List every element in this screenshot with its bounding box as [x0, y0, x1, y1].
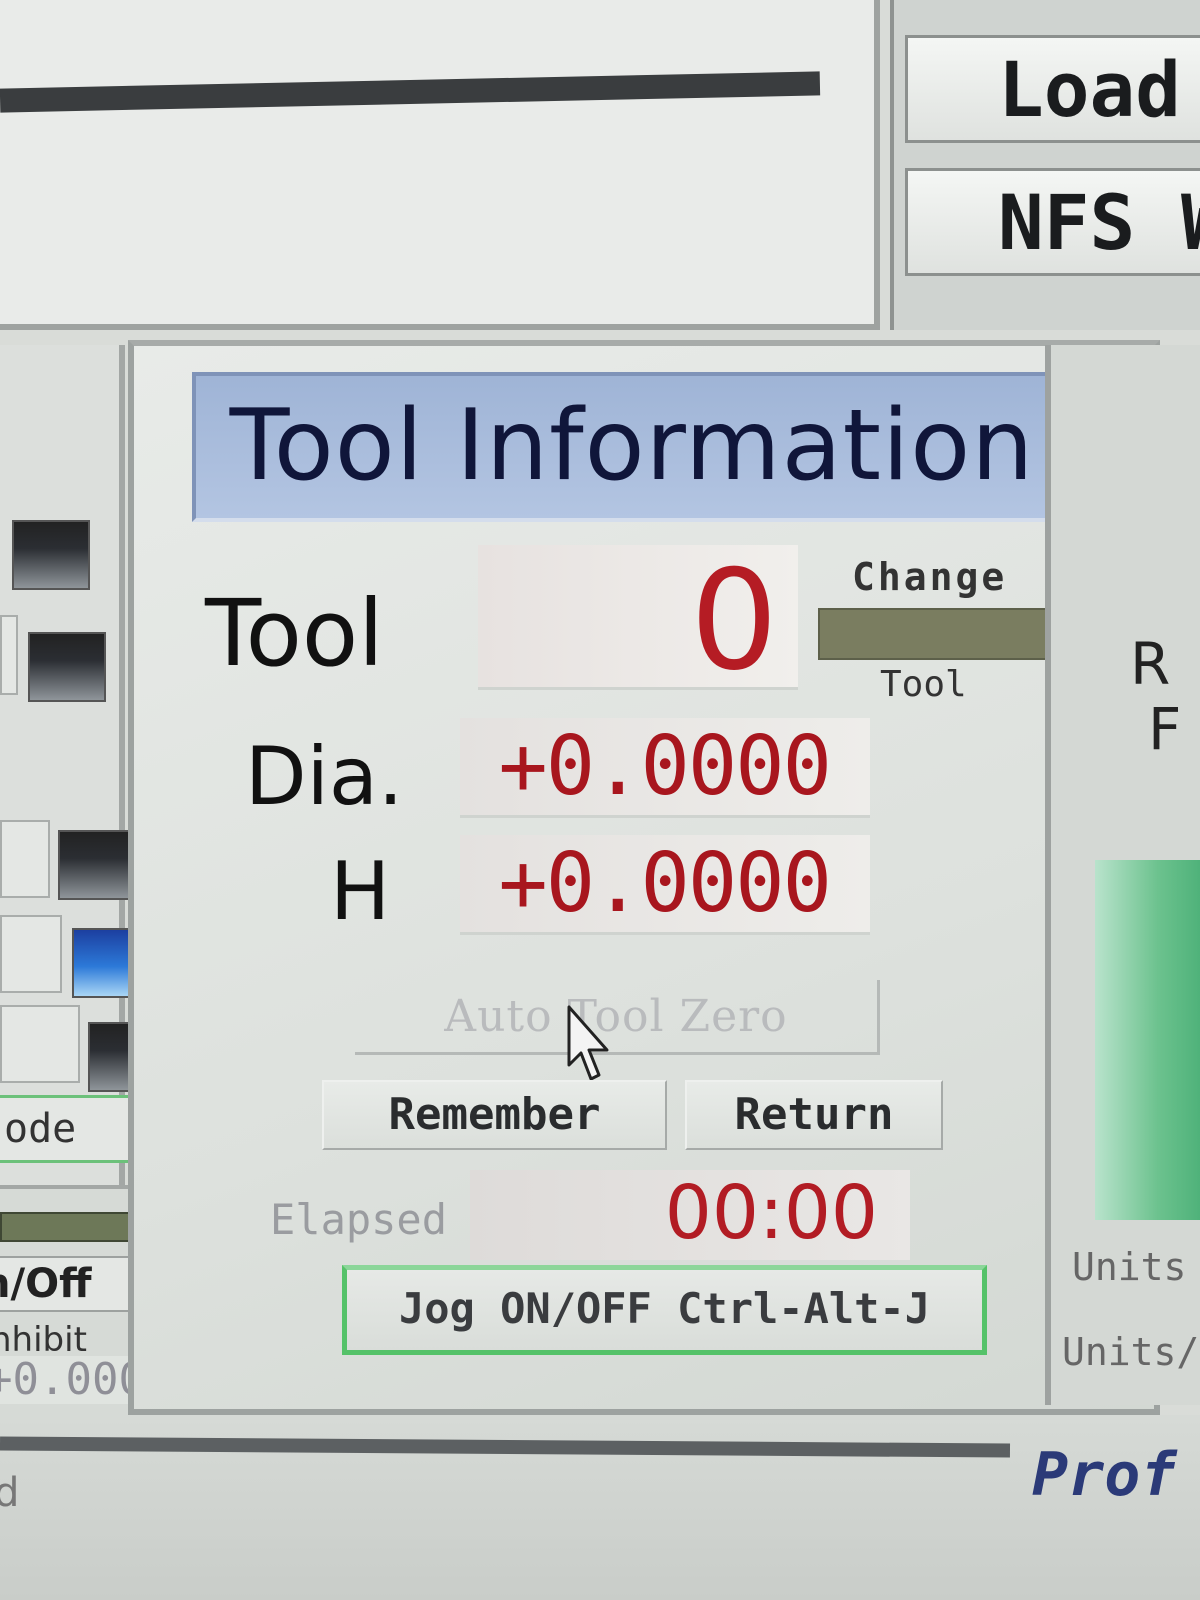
auto-tool-zero-button[interactable]: Auto Tool Zero [355, 980, 880, 1055]
left-side-button-2[interactable] [0, 820, 50, 898]
change-tool-sub-label: Tool [880, 664, 967, 705]
tool-information-title: Tool Information [192, 372, 1072, 522]
jog-toggle-button[interactable]: Jog ON/OFF Ctrl-Alt-J [342, 1265, 987, 1355]
right-r-label: R [1130, 630, 1171, 698]
top-left-panel [0, 0, 880, 330]
units-label-2: Units/ [1062, 1330, 1200, 1374]
left-indicator-1 [12, 520, 90, 590]
left-indicator-2 [28, 632, 106, 702]
diameter-label: Dia. [245, 730, 404, 823]
left-side-button-1[interactable] [0, 615, 18, 695]
elapsed-value: 00:00 [664, 1170, 878, 1256]
left-side-button-4[interactable] [0, 1005, 80, 1083]
bottom-left-text: d [0, 1470, 20, 1516]
return-button[interactable]: Return [685, 1080, 943, 1150]
arrow-cursor-icon [567, 1005, 609, 1081]
diameter-dro[interactable]: +0.0000 [460, 718, 870, 818]
tool-number-value: 0 [690, 540, 778, 701]
remember-button[interactable]: Remember [322, 1080, 667, 1150]
tool-number-dro[interactable]: 0 [478, 540, 798, 701]
elapsed-dro: 00:00 [470, 1170, 910, 1260]
height-dro[interactable]: +0.0000 [460, 835, 870, 935]
height-value: +0.0000 [498, 836, 832, 931]
load-button[interactable]: Load W [905, 35, 1200, 143]
change-tool-led [818, 608, 1048, 660]
diameter-value: +0.0000 [498, 719, 832, 814]
left-indicator-3 [58, 830, 136, 900]
right-f-label: F [1148, 695, 1182, 763]
nfs-button[interactable]: NFS W [905, 168, 1200, 276]
profile-label: Prof [1032, 1440, 1177, 1510]
change-tool-label: Change [852, 555, 1008, 599]
elapsed-label: Elapsed [270, 1195, 448, 1244]
right-green-indicator [1095, 860, 1200, 1220]
left-status-led [0, 1212, 130, 1242]
units-label-1: Units [1072, 1245, 1187, 1289]
tool-label: Tool [205, 580, 384, 687]
left-side-button-3[interactable] [0, 915, 62, 993]
height-label: H [330, 845, 391, 938]
